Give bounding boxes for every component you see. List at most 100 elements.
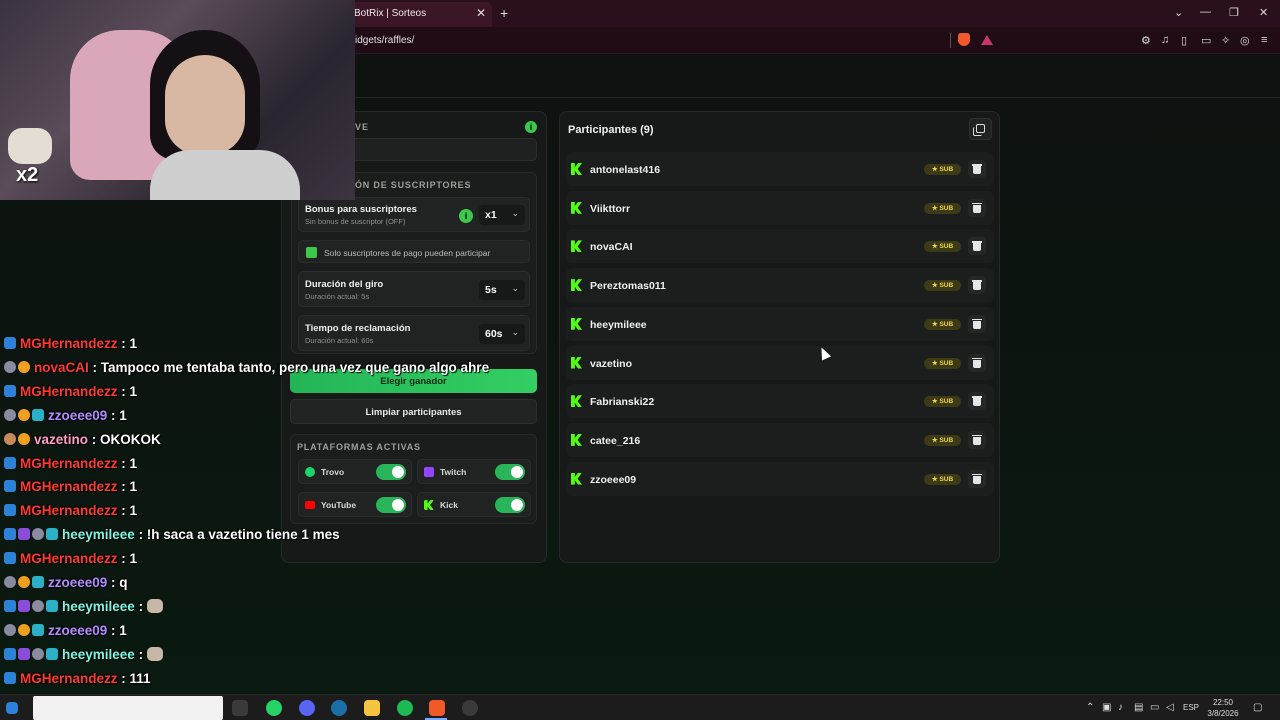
- chat-username[interactable]: zzoeee09: [48, 623, 107, 638]
- delete-participant-button[interactable]: [968, 469, 986, 488]
- url-text[interactable]: idgets/raffles/: [355, 35, 414, 46]
- steam-icon[interactable]: [331, 700, 347, 716]
- chat-username[interactable]: MGHernandezz: [20, 503, 118, 518]
- close-window-icon[interactable]: ✕: [1259, 6, 1268, 19]
- minimize-icon[interactable]: —: [1200, 6, 1211, 18]
- participant-name: Fabrianski22: [590, 396, 655, 409]
- volume-icon[interactable]: ◁: [1166, 702, 1174, 713]
- spin-duration-subtitle: Duración actual: 5s: [305, 292, 370, 301]
- tray-overflow-icon[interactable]: ⌃: [1086, 702, 1094, 713]
- brave-shield-icon[interactable]: [958, 33, 970, 46]
- delete-participant-button[interactable]: [968, 314, 986, 333]
- chat-username[interactable]: heeymileee: [62, 599, 135, 614]
- chat-badge-icon: [32, 647, 44, 660]
- chat-username[interactable]: MGHernandezz: [20, 336, 118, 351]
- chat-badge-icon: [32, 623, 44, 636]
- chat-badge-icon: [4, 576, 16, 588]
- status-info-icon[interactable]: i: [525, 121, 537, 133]
- kick-icon: [571, 395, 582, 408]
- kick-toggle[interactable]: [495, 497, 525, 513]
- delete-participant-button[interactable]: [968, 430, 986, 449]
- chat-username[interactable]: heeymileee: [62, 527, 135, 542]
- participant-row: Viikttorr ★ SUB: [566, 190, 994, 225]
- copy-button[interactable]: [969, 118, 992, 140]
- browser-tab[interactable]: BotRix | Sorteos ✕: [340, 2, 492, 27]
- whatsapp-icon[interactable]: [266, 700, 282, 716]
- sub-badge: ★ SUB: [924, 434, 961, 446]
- chat-username[interactable]: MGHernandezz: [20, 384, 118, 399]
- participant-name: Pereztomas011: [590, 280, 666, 293]
- rewards-icon[interactable]: [981, 35, 993, 45]
- chat-username[interactable]: MGHernandezz: [20, 456, 118, 471]
- twitch-toggle[interactable]: [495, 464, 525, 480]
- chat-message: heeymileee :: [4, 646, 163, 669]
- streamer-face: [165, 55, 245, 155]
- menu-icon[interactable]: ≡: [1261, 34, 1267, 46]
- obs-icon[interactable]: [462, 700, 478, 716]
- participant-row: antonelast416 ★ SUB: [566, 152, 994, 186]
- taskbar-search[interactable]: [33, 696, 223, 720]
- bonus-info-icon[interactable]: i: [459, 209, 473, 223]
- chat-username[interactable]: MGHernandezz: [20, 479, 118, 494]
- media-icon[interactable]: ♫: [1161, 34, 1169, 46]
- chat-username[interactable]: vazetino: [34, 432, 88, 447]
- discord-icon[interactable]: [299, 700, 315, 716]
- tray-app2-icon[interactable]: ▤: [1134, 702, 1143, 713]
- kick-icon: [571, 240, 582, 253]
- maximize-icon[interactable]: ❐: [1229, 6, 1239, 19]
- spotify-icon[interactable]: [397, 700, 413, 716]
- tab-search-icon[interactable]: ⌄: [1174, 6, 1183, 19]
- participants-title: Participantes (9): [568, 124, 654, 136]
- paid-only-label: Solo suscriptores de pago pueden partici…: [324, 248, 491, 258]
- vpn-icon[interactable]: ◎: [1240, 34, 1250, 47]
- kick-icon: [571, 433, 582, 446]
- network-icon[interactable]: ▭: [1150, 702, 1159, 713]
- brave-icon[interactable]: [429, 700, 445, 716]
- leo-icon[interactable]: ✧: [1221, 34, 1230, 47]
- language-indicator[interactable]: ESP: [1183, 703, 1199, 712]
- chat-badge-icon: [4, 599, 16, 612]
- chat-message: MGHernandezz : 111: [4, 671, 151, 693]
- chevron-down-icon: ⌄: [511, 208, 519, 218]
- chat-text: : 1: [117, 336, 138, 351]
- microphone-icon[interactable]: ♪: [1118, 702, 1123, 713]
- chat-username[interactable]: novaCAI: [34, 360, 89, 375]
- chat-username[interactable]: heeymileee: [62, 647, 135, 662]
- sub-badge: ★ SUB: [924, 241, 961, 253]
- chat-badge-icon: [46, 599, 58, 612]
- tray-app-icon[interactable]: ▣: [1102, 702, 1111, 713]
- delete-participant-button[interactable]: [968, 160, 986, 178]
- bonus-select[interactable]: x1 ⌄: [479, 205, 525, 225]
- cat-emote-icon: [146, 646, 163, 661]
- participant-row: catee_216 ★ SUB: [566, 422, 994, 457]
- file-explorer-icon[interactable]: [364, 700, 380, 716]
- extensions-icon[interactable]: ⚙: [1141, 34, 1151, 47]
- taskbar-clock[interactable]: 22:50 3/8/2026: [1204, 697, 1242, 719]
- delete-participant-button[interactable]: [968, 237, 986, 256]
- spin-duration-value: 5s: [485, 284, 497, 296]
- chat-message: novaCAI : Tampoco me tentaba tanto, pero…: [4, 360, 489, 382]
- delete-participant-button[interactable]: [968, 353, 986, 372]
- sidebar-icon[interactable]: ▯: [1181, 34, 1187, 47]
- start-icon[interactable]: [6, 702, 18, 714]
- paid-only-option[interactable]: Solo suscriptores de pago pueden partici…: [298, 240, 530, 263]
- delete-participant-button[interactable]: [968, 276, 986, 295]
- chat-username[interactable]: MGHernandezz: [20, 671, 118, 686]
- chat-message: heeymileee :: [4, 598, 163, 621]
- chat-username[interactable]: zzoeee09: [48, 575, 107, 590]
- notifications-icon[interactable]: ▢: [1253, 702, 1262, 713]
- paid-only-checkbox[interactable]: [306, 247, 317, 258]
- spin-duration-title: Duración del giro: [305, 279, 384, 290]
- task-view-icon[interactable]: [232, 700, 248, 716]
- bonus-select-value: x1: [485, 209, 497, 221]
- chat-text: :: [134, 646, 147, 662]
- delete-participant-button[interactable]: [968, 392, 986, 411]
- new-tab-icon[interactable]: +: [500, 5, 508, 21]
- wallet-icon[interactable]: ▭: [1201, 34, 1211, 47]
- claim-time-select[interactable]: 60s ⌄: [479, 324, 525, 344]
- chat-username[interactable]: MGHernandezz: [20, 551, 118, 566]
- spin-duration-select[interactable]: 5s ⌄: [479, 280, 525, 300]
- delete-participant-button[interactable]: [968, 198, 986, 217]
- chat-username[interactable]: zzoeee09: [48, 408, 107, 423]
- tab-close-icon[interactable]: ✕: [476, 6, 486, 20]
